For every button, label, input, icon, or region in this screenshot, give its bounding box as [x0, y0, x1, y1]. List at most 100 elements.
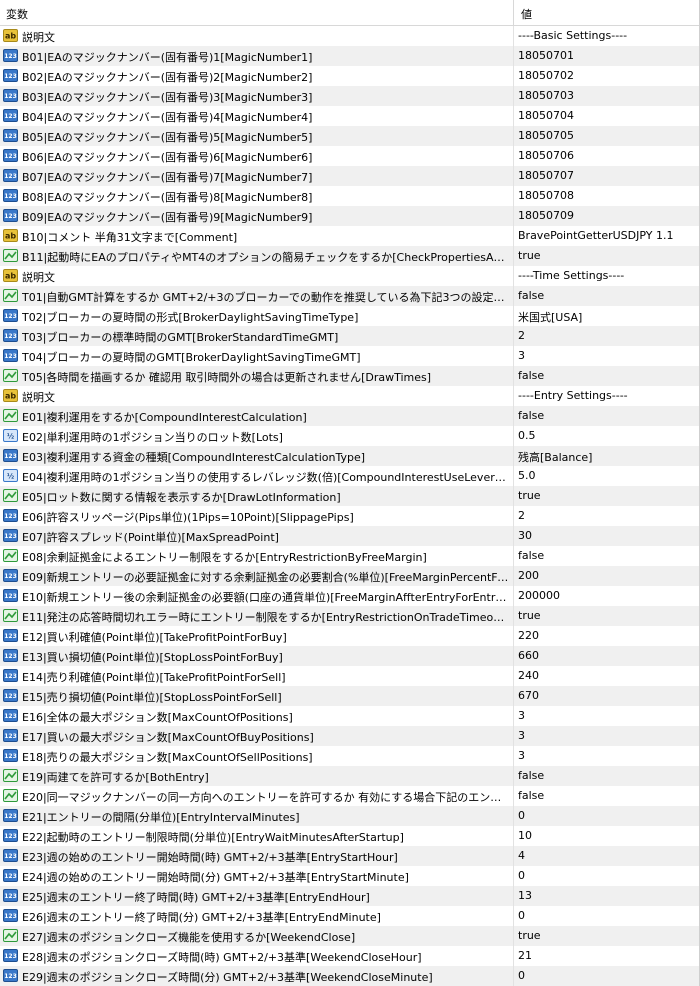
header-variable[interactable]: 変数 [6, 6, 28, 22]
variable-value[interactable]: 0 [518, 969, 696, 982]
variable-value[interactable]: true [518, 929, 696, 942]
variable-value[interactable]: 3 [518, 349, 696, 362]
variable-value[interactable]: 13 [518, 889, 696, 902]
variable-value[interactable]: false [518, 289, 696, 302]
table-row[interactable]: 123 E07|許容スプレッド(Point単位)[MaxSpreadPoint] 3… [0, 526, 700, 546]
table-row[interactable]: 123 E14|売り利確値(Point単位)[TakeProfitPointFor… [0, 666, 700, 686]
table-row[interactable]: 123 B02|EAのマジックナンバー(固有番号)2[MagicNumber2] 1… [0, 66, 700, 86]
variable-value[interactable]: 200 [518, 569, 696, 582]
table-row[interactable]: 123 B09|EAのマジックナンバー(固有番号)9[MagicNumber9] 1… [0, 206, 700, 226]
table-row[interactable]: 123 B06|EAのマジックナンバー(固有番号)6[MagicNumber6] 1… [0, 146, 700, 166]
variable-value[interactable]: 3 [518, 729, 696, 742]
integer-type-icon: 123 [3, 629, 18, 642]
variable-value[interactable]: 18050701 [518, 49, 696, 62]
table-row[interactable]: E05|ロット数に関する情報を表示するか[DrawLotInformation]… [0, 486, 700, 506]
table-row[interactable]: 123 E17|買いの最大ポジション数[MaxCountOfBuyPosition… [0, 726, 700, 746]
table-row[interactable]: E01|複利運用をするか[CompoundInterestCalculation… [0, 406, 700, 426]
header-value[interactable]: 値 [521, 6, 532, 22]
table-row[interactable]: 123 E29|週末のポジションクローズ時間(分) GMT+2/+3基準[Week… [0, 966, 700, 986]
variable-value[interactable]: 670 [518, 689, 696, 702]
variable-value[interactable]: 240 [518, 669, 696, 682]
variable-value[interactable]: 200000 [518, 589, 696, 602]
table-row[interactable]: 123 E24|週の始めのエントリー開始時間(分) GMT+2/+3基準[Entr… [0, 866, 700, 886]
table-row[interactable]: E20|同一マジックナンバーの同一方向へのエントリーを許可するか 有効にする場合… [0, 786, 700, 806]
variable-value[interactable]: 2 [518, 329, 696, 342]
variable-value[interactable]: 0 [518, 909, 696, 922]
variable-value[interactable]: BravePointGetterUSDJPY 1.1 [518, 229, 696, 242]
table-row[interactable]: 123 E15|売り損切値(Point単位)[StopLossPointForSe… [0, 686, 700, 706]
table-row[interactable]: E08|余剰証拠金によるエントリー制限をするか[EntryRestriction… [0, 546, 700, 566]
variable-value[interactable]: true [518, 609, 696, 622]
variable-value[interactable]: 0 [518, 869, 696, 882]
variable-value[interactable]: 米国式[USA] [518, 309, 696, 325]
variable-value[interactable]: false [518, 369, 696, 382]
variable-value[interactable]: 30 [518, 529, 696, 542]
variable-value[interactable]: false [518, 409, 696, 422]
table-row[interactable]: 123 T04|ブローカーの夏時間のGMT[BrokerDaylightSavin… [0, 346, 700, 366]
table-row[interactable]: 123 E12|買い利確値(Point単位)[TakeProfitPointFor… [0, 626, 700, 646]
variable-value[interactable]: 5.0 [518, 469, 696, 482]
table-row[interactable]: 123 E18|売りの最大ポジション数[MaxCountOfSellPositio… [0, 746, 700, 766]
variable-value[interactable]: 220 [518, 629, 696, 642]
variable-value[interactable]: false [518, 769, 696, 782]
table-row[interactable]: 123 B01|EAのマジックナンバー(固有番号)1[MagicNumber1] 1… [0, 46, 700, 66]
variable-value[interactable]: false [518, 789, 696, 802]
table-row[interactable]: ab B10|コメント 半角31文字まで[Comment] BravePointGe… [0, 226, 700, 246]
variable-value[interactable]: true [518, 249, 696, 262]
table-row[interactable]: T05|各時間を描画するか 確認用 取引時間外の場合は更新されません[DrawT… [0, 366, 700, 386]
table-row[interactable]: ab 説明文 ----Basic Settings---- [0, 26, 700, 46]
table-row[interactable]: 123 E13|買い損切値(Point単位)[StopLossPointForBu… [0, 646, 700, 666]
table-row[interactable]: E19|両建てを許可するか[BothEntry] false [0, 766, 700, 786]
variable-value[interactable]: 18050707 [518, 169, 696, 182]
variable-value[interactable]: 18050706 [518, 149, 696, 162]
variable-value[interactable]: 残高[Balance] [518, 449, 696, 465]
table-row[interactable]: 123 E16|全体の最大ポジション数[MaxCountOfPositions] 3 [0, 706, 700, 726]
table-row[interactable]: 123 T03|ブローカーの標準時間のGMT[BrokerStandardTime… [0, 326, 700, 346]
table-row[interactable]: 123 E10|新規エントリー後の余剰証拠金の必要額(口座の通貨単位)[FreeM… [0, 586, 700, 606]
table-row[interactable]: 123 B07|EAのマジックナンバー(固有番号)7[MagicNumber7] 1… [0, 166, 700, 186]
variable-value[interactable]: 660 [518, 649, 696, 662]
variable-value[interactable]: ----Time Settings---- [518, 269, 696, 282]
variable-value[interactable]: 18050705 [518, 129, 696, 142]
variable-value[interactable]: 0.5 [518, 429, 696, 442]
table-row[interactable]: E27|週末のポジションクローズ機能を使用するか[WeekendClose] tr… [0, 926, 700, 946]
variable-value[interactable]: 18050708 [518, 189, 696, 202]
table-row[interactable]: 123 B05|EAのマジックナンバー(固有番号)5[MagicNumber5] 1… [0, 126, 700, 146]
table-row[interactable]: 123 E06|許容スリッページ(Pips単位)(1Pips=10Point)[S… [0, 506, 700, 526]
variable-value[interactable]: 4 [518, 849, 696, 862]
table-row[interactable]: B11|起動時にEAのプロパティやMT4のオプションの簡易チェックをするか[Ch… [0, 246, 700, 266]
table-row[interactable]: 123 E26|週末のエントリー終了時間(分) GMT+2/+3基準[EntryE… [0, 906, 700, 926]
variable-value[interactable]: 3 [518, 749, 696, 762]
variable-value[interactable]: 2 [518, 509, 696, 522]
variable-value[interactable]: 21 [518, 949, 696, 962]
variable-value[interactable]: 18050702 [518, 69, 696, 82]
variable-value[interactable]: 18050709 [518, 209, 696, 222]
table-row[interactable]: E11|発注の応答時間切れエラー時にエントリー制限をするか[EntryRestr… [0, 606, 700, 626]
variable-value[interactable]: 18050704 [518, 109, 696, 122]
table-row[interactable]: 123 E23|週の始めのエントリー開始時間(時) GMT+2/+3基準[Entr… [0, 846, 700, 866]
table-row[interactable]: ab 説明文 ----Time Settings---- [0, 266, 700, 286]
table-row[interactable]: 123 E21|エントリーの間隔(分単位)[EntryIntervalMinute… [0, 806, 700, 826]
table-row[interactable]: 123 E28|週末のポジションクローズ時間(時) GMT+2/+3基準[Week… [0, 946, 700, 966]
variable-value[interactable]: true [518, 489, 696, 502]
variable-value[interactable]: 18050703 [518, 89, 696, 102]
table-row[interactable]: 123 T02|ブローカーの夏時間の形式[BrokerDaylightSaving… [0, 306, 700, 326]
table-row[interactable]: 123 B04|EAのマジックナンバー(固有番号)4[MagicNumber4] 1… [0, 106, 700, 126]
table-row[interactable]: 123 B03|EAのマジックナンバー(固有番号)3[MagicNumber3] 1… [0, 86, 700, 106]
table-row[interactable]: ½ E02|単利運用時の1ポジション当りのロット数[Lots] 0.5 [0, 426, 700, 446]
table-row[interactable]: T01|自動GMT計算をするか GMT+2/+3のブローカーでの動作を推奨してい… [0, 286, 700, 306]
variable-value[interactable]: ----Entry Settings---- [518, 389, 696, 402]
table-row[interactable]: 123 E09|新規エントリーの必要証拠金に対する余剰証拠金の必要割合(%単位)[… [0, 566, 700, 586]
table-row[interactable]: ½ E04|複利運用時の1ポジション当りの使用するレバレッジ数(倍)[Compou… [0, 466, 700, 486]
header-column-divider[interactable] [513, 0, 514, 25]
variable-value[interactable]: 3 [518, 709, 696, 722]
table-row[interactable]: 123 E25|週末のエントリー終了時間(時) GMT+2/+3基準[EntryE… [0, 886, 700, 906]
variable-value[interactable]: 0 [518, 809, 696, 822]
variable-value[interactable]: 10 [518, 829, 696, 842]
table-row[interactable]: 123 E22|起動時のエントリー制限時間(分単位)[EntryWaitMinut… [0, 826, 700, 846]
table-row[interactable]: 123 B08|EAのマジックナンバー(固有番号)8[MagicNumber8] 1… [0, 186, 700, 206]
table-row[interactable]: 123 E03|複利運用する資金の種類[CompoundInterestCalcu… [0, 446, 700, 466]
table-row[interactable]: ab 説明文 ----Entry Settings---- [0, 386, 700, 406]
variable-value[interactable]: ----Basic Settings---- [518, 29, 696, 42]
variable-value[interactable]: false [518, 549, 696, 562]
